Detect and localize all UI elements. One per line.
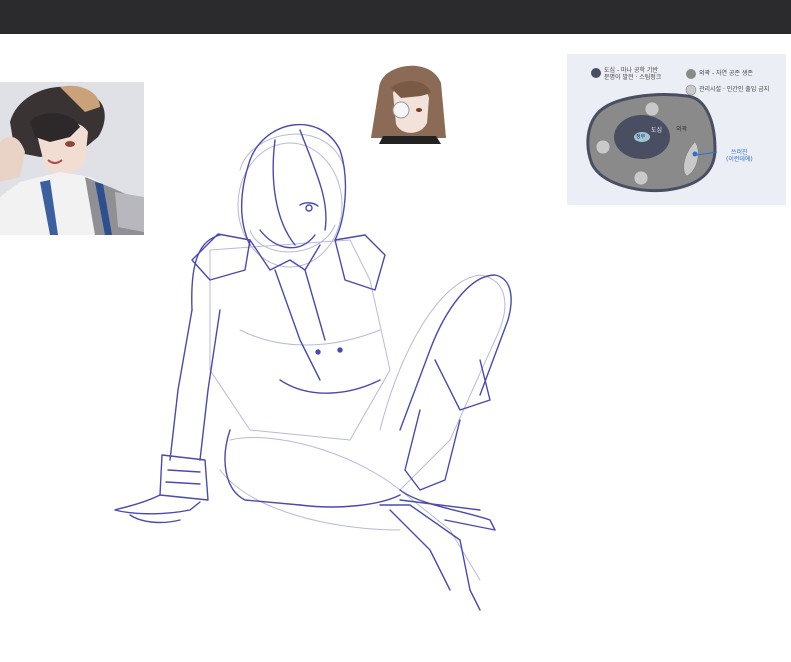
map-outer-label: 외곽 <box>676 126 688 133</box>
map-pointer-label-line1: 쓰러진 <box>731 149 748 156</box>
map-legend-item1-line2: 문명이 발전 · 스팀펑크 <box>604 74 662 81</box>
top-toolbar-bar <box>0 0 791 34</box>
map-center-badge: 정부 <box>636 134 646 140</box>
map-legend-item2: 외곽 - 자연 공존 생존 <box>699 70 753 77</box>
character-line-sketch[interactable] <box>100 110 530 620</box>
map-legend-item3: 관리시설 · 인간인 출입 금지 <box>699 86 770 93</box>
city-map-reference[interactable]: 도심 - 마나 공학 기반 문명이 발전 · 스팀펑크 외곽 - 자연 공존 생… <box>567 54 786 205</box>
sketch-drawing <box>114 123 512 611</box>
map-pointer-label-line2: (이런데에) <box>726 156 753 163</box>
map-legend-item1-line1: 도심 - 마나 공학 기반 <box>604 67 658 74</box>
map-center-label: 도심 <box>651 127 663 134</box>
